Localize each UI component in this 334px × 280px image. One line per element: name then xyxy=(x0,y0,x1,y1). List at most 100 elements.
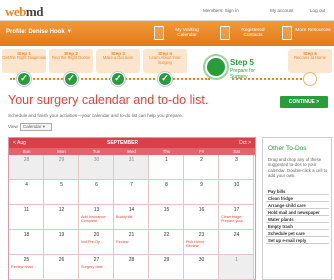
step-1[interactable]: Step 1 Get the Right Diagnosis xyxy=(2,49,46,73)
calendar-task[interactable]: Pick Home Review xyxy=(186,240,217,248)
view-select[interactable]: Calendar ▾ xyxy=(19,123,53,131)
calendar-day[interactable]: 1 xyxy=(219,255,254,280)
registered-contacts-button[interactable]: Registered Contacts xyxy=(232,25,274,42)
calendar-day[interactable]: 20 Not Pre-Op xyxy=(79,230,114,255)
todo-item[interactable]: Hold mail and newspaper xyxy=(266,210,329,216)
calendar-task[interactable]: Clean fridge, Prepare your xyxy=(221,215,252,223)
calendar-day[interactable]: 15 xyxy=(149,205,184,230)
calendar-day[interactable]: 22 xyxy=(149,230,184,255)
step-4[interactable]: Step 4 Learn About Your Surgery xyxy=(143,49,187,73)
day-number: 29 xyxy=(58,157,65,163)
calendar-day[interactable]: 24 xyxy=(219,230,254,255)
day-number: 17 xyxy=(233,207,240,213)
profile-dropdown[interactable]: Profile: Denise Hook ▼ xyxy=(6,29,72,35)
my-calendar-button[interactable]: My Waiting Calendar xyxy=(166,25,208,42)
calendar-day[interactable]: 7 xyxy=(114,180,149,205)
calendar-day[interactable]: 8 xyxy=(149,180,184,205)
calendar-day[interactable]: 23 Pick Home Review xyxy=(184,230,219,255)
calendar-day[interactable]: 28 xyxy=(9,155,44,180)
calendar-day[interactable]: 21 Review xyxy=(114,230,149,255)
resources-icon xyxy=(282,26,292,40)
calendar-task[interactable]: Review xyxy=(116,240,147,244)
day-number: 22 xyxy=(163,232,170,238)
calendar-day[interactable]: 9 xyxy=(184,180,219,205)
calendar-day[interactable]: 10 xyxy=(219,180,254,205)
profile-label: Profile: Denise Hook xyxy=(6,29,65,35)
prev-month-button[interactable]: < Aug xyxy=(13,140,26,146)
more-resources-button[interactable]: More Resources xyxy=(294,25,332,42)
todo-item[interactable]: Arrange child care xyxy=(266,203,329,209)
navigation-bar: Profile: Denise Hook ▼ My Waiting Calend… xyxy=(0,21,334,46)
calendar-day[interactable]: 17 Clean fridge, Prepare your xyxy=(219,205,254,230)
calendar-day[interactable]: 1 xyxy=(149,155,184,180)
calendar-task[interactable]: Review chart xyxy=(11,265,42,269)
calendar-day[interactable]: 16 xyxy=(184,205,219,230)
weekday-thu: Thu xyxy=(162,149,171,154)
webmd-logo[interactable]: webmd xyxy=(5,4,43,20)
sign-in-link[interactable]: Members: Sign in xyxy=(203,8,239,13)
calendar-day[interactable]: 2 xyxy=(184,155,219,180)
calendar-day[interactable]: 30 xyxy=(184,255,219,280)
calendar-day[interactable]: 14 Buddy list xyxy=(114,205,149,230)
day-number: 12 xyxy=(58,207,65,213)
calendar-day[interactable]: 5 xyxy=(44,180,79,205)
calendar-day[interactable]: 29 xyxy=(149,255,184,280)
step-5-title: Step 5 xyxy=(230,58,255,67)
continue-button[interactable]: CONTINUE > xyxy=(280,96,328,108)
step-2[interactable]: Step 2 Find the Right Doctor xyxy=(49,49,93,73)
day-number: 30 xyxy=(198,257,205,263)
contacts-icon xyxy=(220,26,230,40)
calendar-day[interactable]: 19 xyxy=(44,230,79,255)
day-number: 5 xyxy=(60,182,63,188)
todo-item[interactable]: Schedule pet care xyxy=(266,231,329,237)
view-selector-row: View Calendar ▾ xyxy=(8,123,53,131)
todo-item[interactable]: Pay bills xyxy=(266,189,329,195)
calendar-day[interactable]: 11 xyxy=(9,205,44,230)
day-number: 4 xyxy=(25,182,28,188)
calendar-day[interactable]: 18 xyxy=(9,230,44,255)
step-3[interactable]: Step 3 Make a Decision xyxy=(96,49,140,73)
step-4-check-icon: ✓ xyxy=(158,72,172,86)
todo-item[interactable]: Clean fridge xyxy=(266,196,329,202)
weekday-wed: Wed xyxy=(127,149,136,154)
log-out-link[interactable]: Log out xyxy=(310,8,325,13)
calendar-task[interactable]: Add Insurance Complete xyxy=(81,215,112,223)
calendar-day[interactable]: 27 Surgery date xyxy=(79,255,114,280)
day-number: 10 xyxy=(233,182,240,188)
todo-item[interactable]: Empty trash xyxy=(266,224,329,230)
day-number: 23 xyxy=(198,232,205,238)
logo-md: md xyxy=(25,4,44,19)
day-number: 31 xyxy=(128,157,135,163)
day-number: 19 xyxy=(58,232,65,238)
todo-item[interactable]: Set up e-mail reply xyxy=(266,238,329,244)
todo-item[interactable]: Water plants xyxy=(266,217,329,223)
calendar-day[interactable]: 26 xyxy=(44,255,79,280)
my-account-link[interactable]: My account xyxy=(270,8,294,13)
calendar-task[interactable]: Buddy list xyxy=(116,215,147,219)
day-number: 11 xyxy=(23,207,30,213)
day-number: 20 xyxy=(93,232,100,238)
calendar-day[interactable]: 30 xyxy=(79,155,114,180)
calendar-day[interactable]: 4 xyxy=(9,180,44,205)
calendar-task[interactable]: Not Pre-Op xyxy=(81,240,112,244)
day-number: 8 xyxy=(165,182,168,188)
day-number: 27 xyxy=(93,257,100,263)
calendar-day[interactable]: 3 xyxy=(219,155,254,180)
calendar-day[interactable]: 25 Review chart xyxy=(9,255,44,280)
weekday-row: Sun Mon Tue Wed Thu Fri Sat xyxy=(9,148,255,155)
calendar-day[interactable]: 29 xyxy=(44,155,79,180)
step-6[interactable]: Step 6 Recover at Home xyxy=(288,49,332,73)
day-number: 14 xyxy=(128,207,135,213)
day-number: 28 xyxy=(128,257,135,263)
step-1-sub: Get the Right Diagnosis xyxy=(2,55,46,60)
logo-web: web xyxy=(5,4,26,19)
next-month-button[interactable]: Oct > xyxy=(239,140,251,146)
calendar-day[interactable]: 6 xyxy=(79,180,114,205)
calendar-day[interactable]: 12 xyxy=(44,205,79,230)
calendar-day[interactable]: 13 Add Insurance Complete xyxy=(79,205,114,230)
calendar-task[interactable]: Surgery date xyxy=(81,265,112,269)
calendar-day[interactable]: 31 xyxy=(114,155,149,180)
weekday-mon: Mon xyxy=(57,149,66,154)
calendar-day[interactable]: 28 xyxy=(114,255,149,280)
weekday-sat: Sat xyxy=(233,149,240,154)
